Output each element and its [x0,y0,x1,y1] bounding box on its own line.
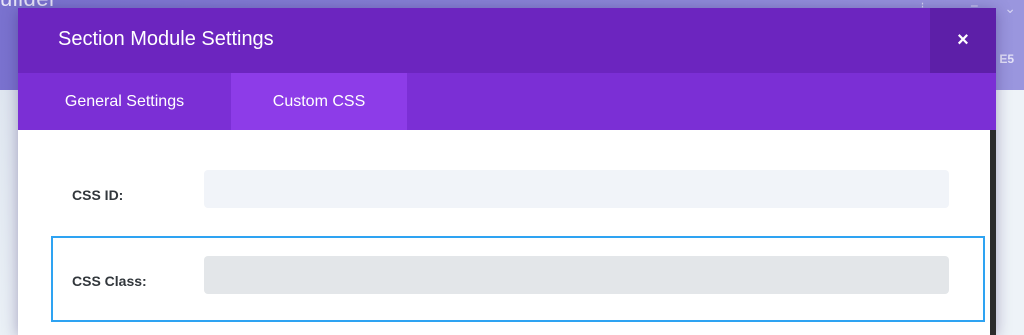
modal-title: Section Module Settings [58,28,274,50]
tab-label: General Settings [64,92,185,110]
modal-header: Section Module Settings × [18,8,996,73]
tab-custom-css[interactable]: Custom CSS [231,73,407,130]
close-button[interactable]: × [930,8,996,73]
css-class-label: CSS Class: [72,273,147,289]
tab-bar: General Settings Custom CSS [18,73,996,130]
css-id-label: CSS ID: [72,187,124,203]
css-id-input[interactable] [204,170,949,208]
settings-modal: Section Module Settings × General Settin… [18,8,996,335]
chevron-down-icon[interactable]: ⌄ [1004,0,1016,16]
close-icon: × [957,29,969,51]
tab-general-settings[interactable]: General Settings [18,73,231,130]
css-class-input[interactable] [204,256,949,294]
builder-right-strip [996,90,1024,335]
scrollbar[interactable] [990,130,996,335]
tab-label: Custom CSS [272,92,366,110]
bolt-icon[interactable]: E5 [999,52,1014,66]
modal-body: CSS ID: CSS Class: [18,130,996,335]
